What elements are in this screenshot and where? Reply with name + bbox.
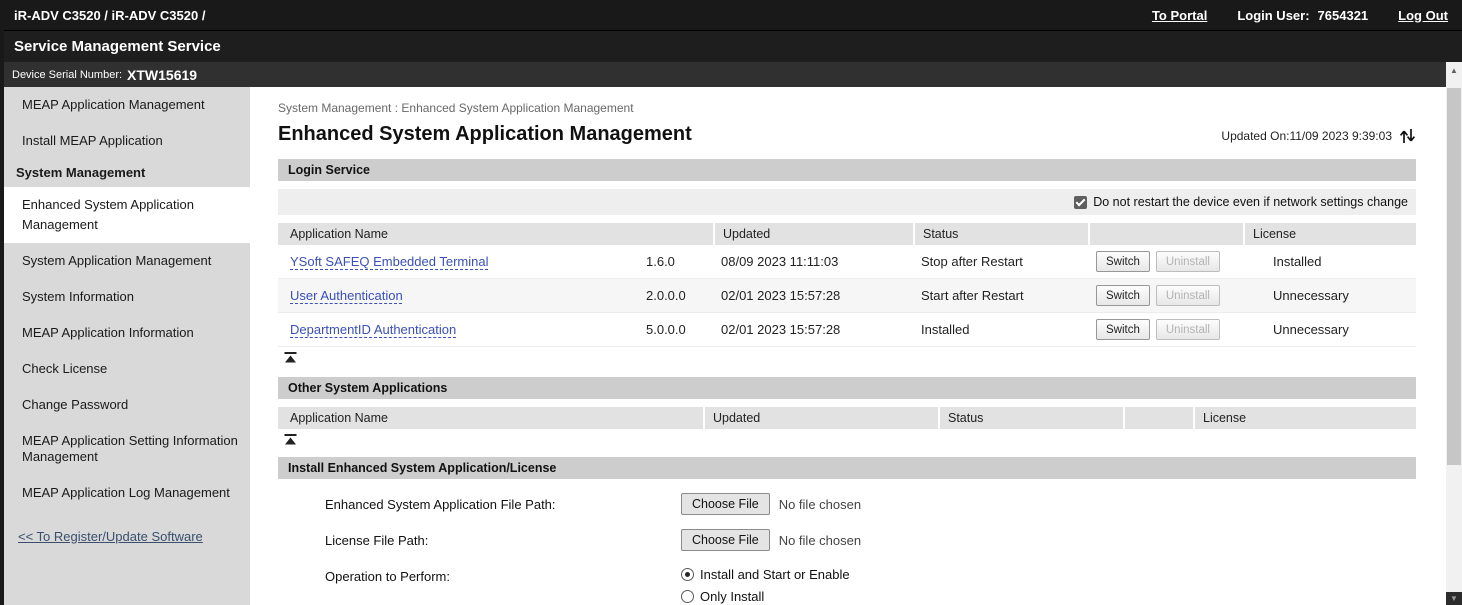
uninstall-button: Uninstall [1156, 319, 1220, 340]
scrollbar-down-arrow[interactable]: ▼ [1446, 592, 1462, 605]
column-header-application-name: Application Name [278, 223, 713, 245]
application-version: 1.6.0 [638, 250, 713, 273]
top-bar: iR-ADV C3520 / iR-ADV C3520 / To Portal … [4, 0, 1462, 30]
page-title: Enhanced System Application Management [278, 121, 692, 147]
radio-only-install-label: Only Install [700, 589, 764, 604]
table-row: User Authentication 2.0.0.0 02/01 2023 1… [278, 279, 1416, 313]
uninstall-button: Uninstall [1156, 251, 1220, 272]
device-title: iR-ADV C3520 / iR-ADV C3520 / [14, 8, 205, 23]
table-row: DepartmentID Authentication 5.0.0.0 02/0… [278, 313, 1416, 347]
serial-number-label: Device Serial Number: [12, 69, 122, 81]
serial-number-value: XTW15619 [127, 67, 197, 83]
main-content: System Management : Enhanced System Appl… [250, 87, 1446, 605]
other-system-applications-section-header: Other System Applications [278, 377, 1416, 399]
sidebar-item-meap-application-information[interactable]: MEAP Application Information [4, 315, 250, 351]
to-portal-link[interactable]: To Portal [1152, 8, 1207, 23]
choose-file-button[interactable]: Choose File [681, 493, 770, 515]
collapse-to-top-icon[interactable] [284, 352, 300, 363]
application-license: Unnecessary [1243, 284, 1416, 307]
choose-file-button[interactable]: Choose File [681, 529, 770, 551]
scrollbar-thumb[interactable] [1447, 88, 1461, 465]
column-header-license: License [1193, 407, 1416, 429]
column-header-actions [1123, 407, 1193, 429]
application-updated: 02/01 2023 15:57:28 [713, 318, 913, 341]
column-header-status: Status [913, 223, 1088, 245]
column-header-status: Status [938, 407, 1123, 429]
radio-only-install[interactable] [681, 590, 694, 603]
uninstall-button: Uninstall [1156, 285, 1220, 306]
sms-window: iR-ADV C3520 / iR-ADV C3520 / To Portal … [0, 0, 1462, 605]
scrollbar-up-arrow[interactable]: ▲ [1446, 62, 1462, 78]
login-service-section-header: Login Service [278, 159, 1416, 181]
sidebar-section-system-management: System Management [4, 159, 250, 187]
restart-option-band: Do not restart the device even if networ… [278, 189, 1416, 215]
other-table-header: Application Name Updated Status License [278, 407, 1416, 429]
column-header-updated: Updated [703, 407, 938, 429]
login-table-header: Application Name Updated Status License [278, 223, 1416, 245]
window-left-edge [0, 0, 4, 605]
install-enhanced-system-application-section-header: Install Enhanced System Application/Lice… [278, 457, 1416, 479]
sidebar-item-system-application-management[interactable]: System Application Management [4, 243, 250, 279]
vertical-scrollbar[interactable]: ▲ ▼ [1446, 62, 1462, 605]
application-name-link[interactable]: DepartmentID Authentication [290, 322, 456, 337]
radio-install-and-start-label: Install and Start or Enable [700, 567, 850, 582]
license-file-path-label: License File Path: [325, 529, 681, 548]
column-header-actions [1088, 223, 1243, 245]
application-status: Stop after Restart [913, 250, 1088, 273]
refresh-icon[interactable] [1399, 128, 1416, 144]
login-user: Login User: 7654321 [1237, 8, 1368, 23]
sidebar-item-enhanced-system-application-management[interactable]: Enhanced System Application Management [4, 187, 250, 243]
application-name-link[interactable]: YSoft SAFEQ Embedded Terminal [290, 254, 488, 269]
other-applications-table: Application Name Updated Status License [278, 407, 1416, 429]
collapse-to-top-icon[interactable] [284, 434, 300, 445]
service-title-bar: Service Management Service [4, 30, 1462, 62]
application-version: 5.0.0.0 [638, 318, 713, 341]
sidebar-item-change-password[interactable]: Change Password [4, 387, 250, 423]
radio-install-and-start[interactable] [681, 568, 694, 581]
install-form: Enhanced System Application File Path: C… [278, 479, 1416, 604]
login-service-table: Application Name Updated Status License … [278, 223, 1416, 347]
sidebar-item-meap-application-management[interactable]: MEAP Application Management [4, 87, 250, 123]
login-user-label: Login User: [1237, 8, 1309, 23]
application-updated: 08/09 2023 11:11:03 [713, 250, 913, 273]
file-chosen-status: No file chosen [779, 493, 861, 512]
sidebar-item-system-information[interactable]: System Information [4, 279, 250, 315]
breadcrumb: System Management : Enhanced System Appl… [278, 101, 1416, 115]
table-row: YSoft SAFEQ Embedded Terminal 1.6.0 08/0… [278, 245, 1416, 279]
application-status: Start after Restart [913, 284, 1088, 307]
application-license: Installed [1243, 250, 1416, 273]
column-header-updated: Updated [713, 223, 913, 245]
sidebar-item-check-license[interactable]: Check License [4, 351, 250, 387]
service-title: Service Management Service [14, 38, 221, 55]
operation-to-perform-label: Operation to Perform: [325, 565, 681, 584]
file-chosen-status: No file chosen [779, 529, 861, 548]
application-status: Installed [913, 318, 1088, 341]
serial-number-bar: Device Serial Number: XTW15619 [4, 62, 1446, 87]
application-name-link[interactable]: User Authentication [290, 288, 403, 303]
switch-button[interactable]: Switch [1096, 319, 1150, 340]
application-license: Unnecessary [1243, 318, 1416, 341]
sidebar-item-install-meap-application[interactable]: Install MEAP Application [4, 123, 250, 159]
switch-button[interactable]: Switch [1096, 251, 1150, 272]
updated-on-timestamp: Updated On:11/09 2023 9:39:03 [1221, 129, 1392, 143]
application-updated: 02/01 2023 15:57:28 [713, 284, 913, 307]
sidebar-item-meap-application-setting-information-management[interactable]: MEAP Application Setting Information Man… [4, 423, 250, 475]
switch-button[interactable]: Switch [1096, 285, 1150, 306]
esa-file-path-label: Enhanced System Application File Path: [325, 493, 681, 512]
column-header-license: License [1243, 223, 1416, 245]
no-restart-checkbox-label: Do not restart the device even if networ… [1093, 195, 1408, 209]
register-update-software-link[interactable]: << To Register/Update Software [18, 529, 203, 544]
no-restart-checkbox[interactable] [1074, 196, 1087, 209]
application-version: 2.0.0.0 [638, 284, 713, 307]
logout-link[interactable]: Log Out [1398, 8, 1448, 23]
login-user-value: 7654321 [1318, 8, 1369, 23]
sidebar: MEAP Application Management Install MEAP… [4, 87, 250, 605]
sidebar-item-meap-application-log-management[interactable]: MEAP Application Log Management [4, 475, 250, 511]
column-header-application-name: Application Name [278, 407, 703, 429]
